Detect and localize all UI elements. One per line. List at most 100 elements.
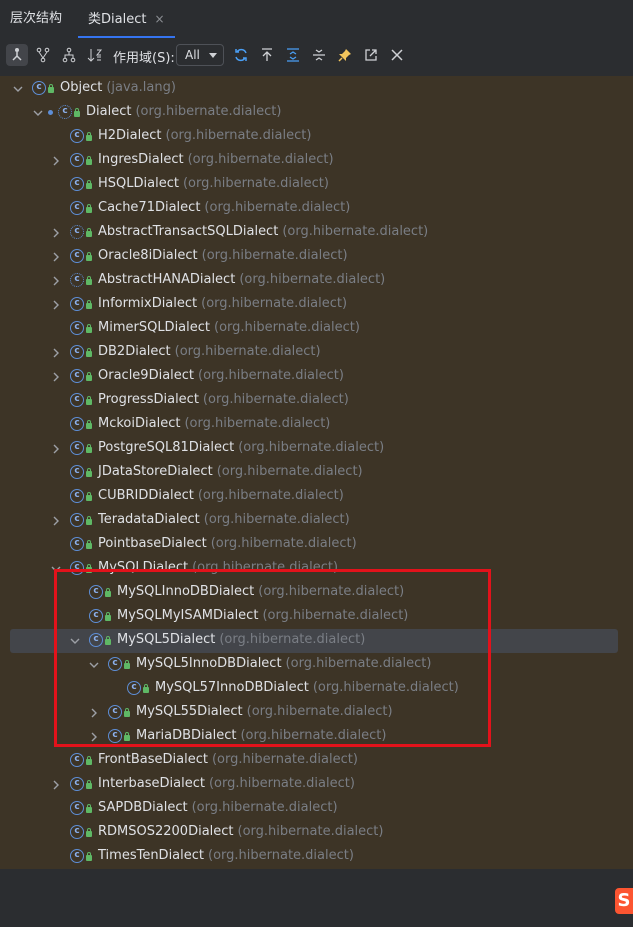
tree-item[interactable]: c Oracle9Dialect (org.hibernate.dialect) [0,365,633,389]
package-name: (org.hibernate.dialect) [203,512,350,527]
chevron-right-icon[interactable] [50,347,62,359]
tree-item[interactable]: c MySQLMyISAMDialect (org.hibernate.dialec… [0,605,633,629]
tree-item[interactable]: c MariaDBDialect (org.hibernate.dialect) [0,725,633,749]
chevron-right-icon[interactable] [50,155,62,167]
tree-item-label: PointbaseDialect (org.hibernate.dialect) [98,536,357,551]
chevron-down-icon[interactable] [88,659,100,671]
bottom-panel [0,869,633,927]
tab-class-dialect[interactable]: 类Dialect × [78,0,175,38]
tree-item-label: InformixDialect (org.hibernate.dialect) [98,296,347,311]
tree-item[interactable]: c Object (java.lang) [0,77,633,101]
tree-item[interactable]: c FrontBaseDialect (org.hibernate.dialect) [0,749,633,773]
package-name: (org.hibernate.dialect) [135,104,282,119]
class-name: IngresDialect [98,152,184,167]
class-name: Object [60,80,103,95]
tree-item[interactable]: c MckoiDialect (org.hibernate.dialect) [0,413,633,437]
tree-item[interactable]: c InformixDialect (org.hibernate.dialect) [0,293,633,317]
chevron-right-icon[interactable] [50,299,62,311]
export-icon[interactable] [256,44,278,66]
tree-item-label: Cache71Dialect (org.hibernate.dialect) [98,200,350,215]
public-access-icon [143,684,149,693]
tree-item-label: InterbaseDialect (org.hibernate.dialect) [98,776,355,791]
tree-item[interactable]: c Cache71Dialect (org.hibernate.dialect) [0,197,633,221]
public-access-icon [74,108,80,117]
abstract-class-icon: c [70,225,84,239]
chevron-right-icon[interactable] [88,707,100,719]
tree-item[interactable]: c HSQLDialect (org.hibernate.dialect) [0,173,633,197]
sort-alpha-icon[interactable] [84,44,106,66]
public-access-icon [86,852,92,861]
tree-item[interactable]: c ProgressDialect (org.hibernate.dialect) [0,389,633,413]
chevron-down-icon[interactable] [50,563,62,575]
class-name: CUBRIDDialect [98,488,194,503]
tree-item[interactable]: c IngresDialect (org.hibernate.dialect) [0,149,633,173]
chevron-right-icon[interactable] [88,731,100,743]
class-name: MySQL55Dialect [136,704,243,719]
class-name: H2Dialect [98,128,162,143]
tab-hierarchy[interactable]: 层次结构 [10,0,62,38]
tree-item[interactable]: c PostgreSQL81Dialect (org.hibernate.diale… [0,437,633,461]
tree-item-label: Oracle9Dialect (org.hibernate.dialect) [98,368,344,383]
tree-item[interactable]: c MimerSQLDialect (org.hibernate.dialect) [0,317,633,341]
chevron-down-icon[interactable] [69,635,81,647]
tab-label: 层次结构 [10,11,63,26]
collapse-all-icon[interactable] [308,44,330,66]
tree-item[interactable]: c SAPDBDialect (org.hibernate.dialect) [0,797,633,821]
chevron-down-icon[interactable] [12,83,24,95]
subtypes-hierarchy-icon[interactable] [6,44,28,66]
package-name: (org.hibernate.dialect) [246,704,393,719]
tree-item[interactable]: c MySQL5InnoDBDialect (org.hibernate.diale… [0,653,633,677]
package-name: (org.hibernate.dialect) [262,608,409,623]
open-in-window-icon[interactable] [360,44,382,66]
class-icon: c [70,393,84,407]
class-name: AbstractTransactSQLDialect [98,224,279,239]
supertypes-hierarchy-icon[interactable] [32,44,54,66]
tree-item-label: MySQL5InnoDBDialect (org.hibernate.dialec… [136,656,431,671]
tree-item[interactable]: c MySQLDialect (org.hibernate.dialect) [0,557,633,581]
chevron-right-icon[interactable] [50,443,62,455]
scope-value: All [185,48,200,62]
class-name: TimesTenDialect [98,848,204,863]
class-icon: c [89,609,103,623]
tree-item[interactable]: c MySQL57InnoDBDialect (org.hibernate.dial… [0,677,633,701]
tree-item[interactable]: c MySQL5Dialect (org.hibernate.dialect) [10,629,618,653]
tree-item[interactable]: c MySQLInnoDBDialect (org.hibernate.dialec… [0,581,633,605]
expand-all-icon[interactable] [282,44,304,66]
tree-item[interactable]: c PointbaseDialect (org.hibernate.dialect) [0,533,633,557]
tree-item[interactable]: c AbstractTransactSQLDialect (org.hibernat… [0,221,633,245]
tree-item-label: MySQL5Dialect (org.hibernate.dialect) [117,632,365,647]
class-icon: c [70,489,84,503]
package-name: (java.lang) [106,80,176,95]
tree-item[interactable]: c MySQL55Dialect (org.hibernate.dialect) [0,701,633,725]
refresh-icon[interactable] [230,44,252,66]
tree-item[interactable]: c Dialect (org.hibernate.dialect) [0,101,633,125]
tree-item[interactable]: c TeradataDialect (org.hibernate.dialect) [0,509,633,533]
tree-item[interactable]: c InterbaseDialect (org.hibernate.dialect) [0,773,633,797]
chevron-right-icon[interactable] [50,227,62,239]
tree-item[interactable]: c TimesTenDialect (org.hibernate.dialect) [0,845,633,869]
public-access-icon [86,300,92,309]
tree-item[interactable]: c RDMSOS2200Dialect (org.hibernate.dialect… [0,821,633,845]
class-hierarchy-icon[interactable] [58,44,80,66]
tree-item-label: MySQLInnoDBDialect (org.hibernate.dialect… [117,584,404,599]
class-name: MySQL5InnoDBDialect [136,656,282,671]
scope-select[interactable]: All [176,44,224,66]
close-tab-icon[interactable]: × [154,12,164,26]
class-icon: c [89,585,103,599]
tree-item[interactable]: c CUBRIDDialect (org.hibernate.dialect) [0,485,633,509]
chevron-right-icon[interactable] [50,275,62,287]
class-icon: c [70,513,84,527]
tree-item[interactable]: c AbstractHANADialect (org.hibernate.diale… [0,269,633,293]
chevron-down-icon[interactable] [32,107,44,119]
tree-item[interactable]: c JDataStoreDialect (org.hibernate.dialect… [0,461,633,485]
close-icon[interactable] [386,44,408,66]
chevron-right-icon[interactable] [50,371,62,383]
tree-item[interactable]: c H2Dialect (org.hibernate.dialect) [0,125,633,149]
class-name: ProgressDialect [98,392,199,407]
chevron-right-icon[interactable] [50,251,62,263]
chevron-right-icon[interactable] [50,515,62,527]
tree-item[interactable]: c DB2Dialect (org.hibernate.dialect) [0,341,633,365]
pin-icon[interactable] [334,44,356,66]
tree-item[interactable]: c Oracle8iDialect (org.hibernate.dialect) [0,245,633,269]
chevron-right-icon[interactable] [50,779,62,791]
